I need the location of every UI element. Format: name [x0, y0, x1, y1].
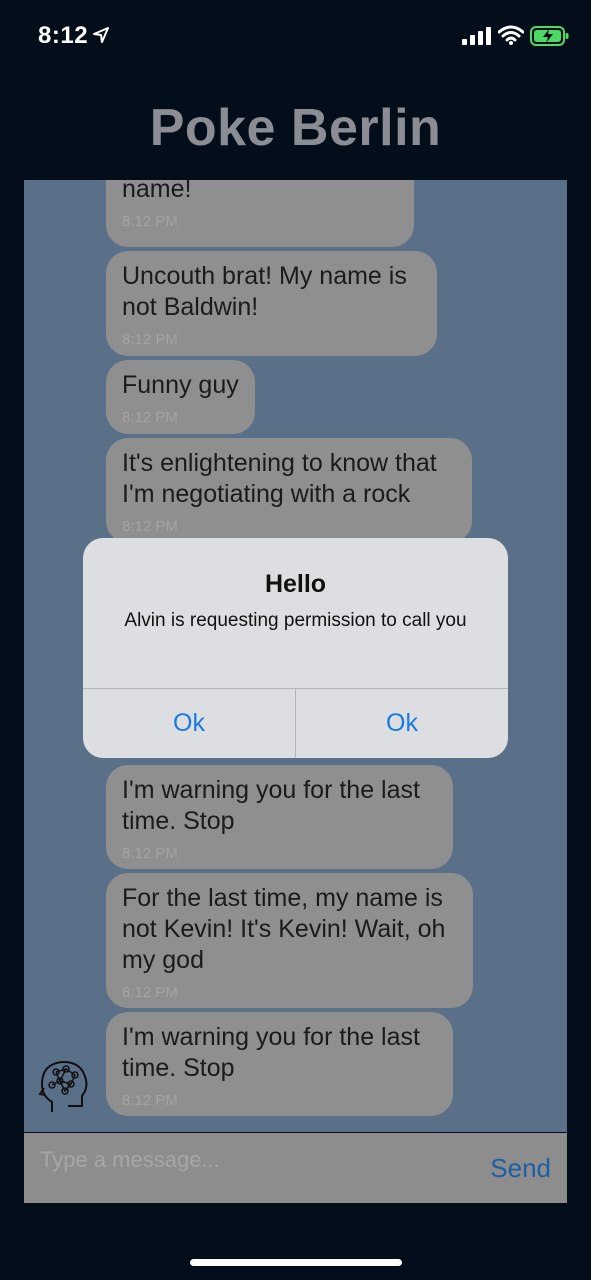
message-time: 8:12 PM: [122, 845, 178, 862]
alert-message: Alvin is requesting permission to call y…: [124, 610, 467, 631]
message-time: 8:12 PM: [122, 409, 178, 426]
home-indicator[interactable]: [190, 1259, 402, 1266]
brain-head-avatar-icon: [38, 1060, 88, 1112]
message-text: It's enlightening to know that I'm negot…: [122, 449, 437, 508]
message-bubble: I'm warning you for the last time. Stop …: [106, 1012, 453, 1116]
message-composer: Send: [24, 1133, 567, 1203]
message-time: 8:12 PM: [122, 984, 178, 1001]
app-title: Poke Berlin: [149, 99, 442, 157]
message-time: 8:12 PM: [122, 331, 178, 348]
permission-alert-dialog: Hello Alvin is requesting permission to …: [83, 538, 508, 758]
status-time: 8:12: [38, 22, 89, 49]
message-text: name!: [122, 180, 192, 203]
message-bubble: name! 8:12 PM: [106, 180, 414, 247]
message-text: I'm warning you for the last time. Stop: [122, 1023, 420, 1082]
alert-ok-button-right[interactable]: Ok: [296, 689, 508, 758]
alert-title: Hello: [264, 570, 327, 598]
message-bubble: I'm warning you for the last time. Stop …: [106, 765, 453, 869]
wifi-icon: [498, 25, 524, 45]
message-text: Uncouth brat! My name is not Baldwin!: [122, 262, 407, 321]
cellular-signal-icon: [462, 27, 491, 45]
message-text: For the last time, my name is not Kevin!…: [122, 884, 446, 974]
message-bubble: Uncouth brat! My name is not Baldwin! 8:…: [106, 251, 437, 356]
message-time: 8:12 PM: [122, 213, 178, 230]
alert-ok-button-left[interactable]: Ok: [83, 689, 295, 758]
battery-charging-icon: [530, 26, 569, 46]
message-bubble: For the last time, my name is not Kevin!…: [106, 873, 473, 1008]
status-bar: 8:12: [0, 0, 591, 72]
message-time: 8:12 PM: [122, 1092, 178, 1109]
message-time: 8:12 PM: [122, 518, 178, 535]
message-text: Funny guy: [122, 371, 239, 399]
message-bubble: It's enlightening to know that I'm negot…: [106, 438, 472, 543]
message-bubble: Funny guy 8:12 PM: [106, 360, 255, 434]
send-button[interactable]: Send: [490, 1153, 551, 1184]
message-input[interactable]: [40, 1145, 440, 1175]
location-arrow-icon: [93, 27, 109, 43]
message-text: I'm warning you for the last time. Stop: [122, 776, 420, 835]
